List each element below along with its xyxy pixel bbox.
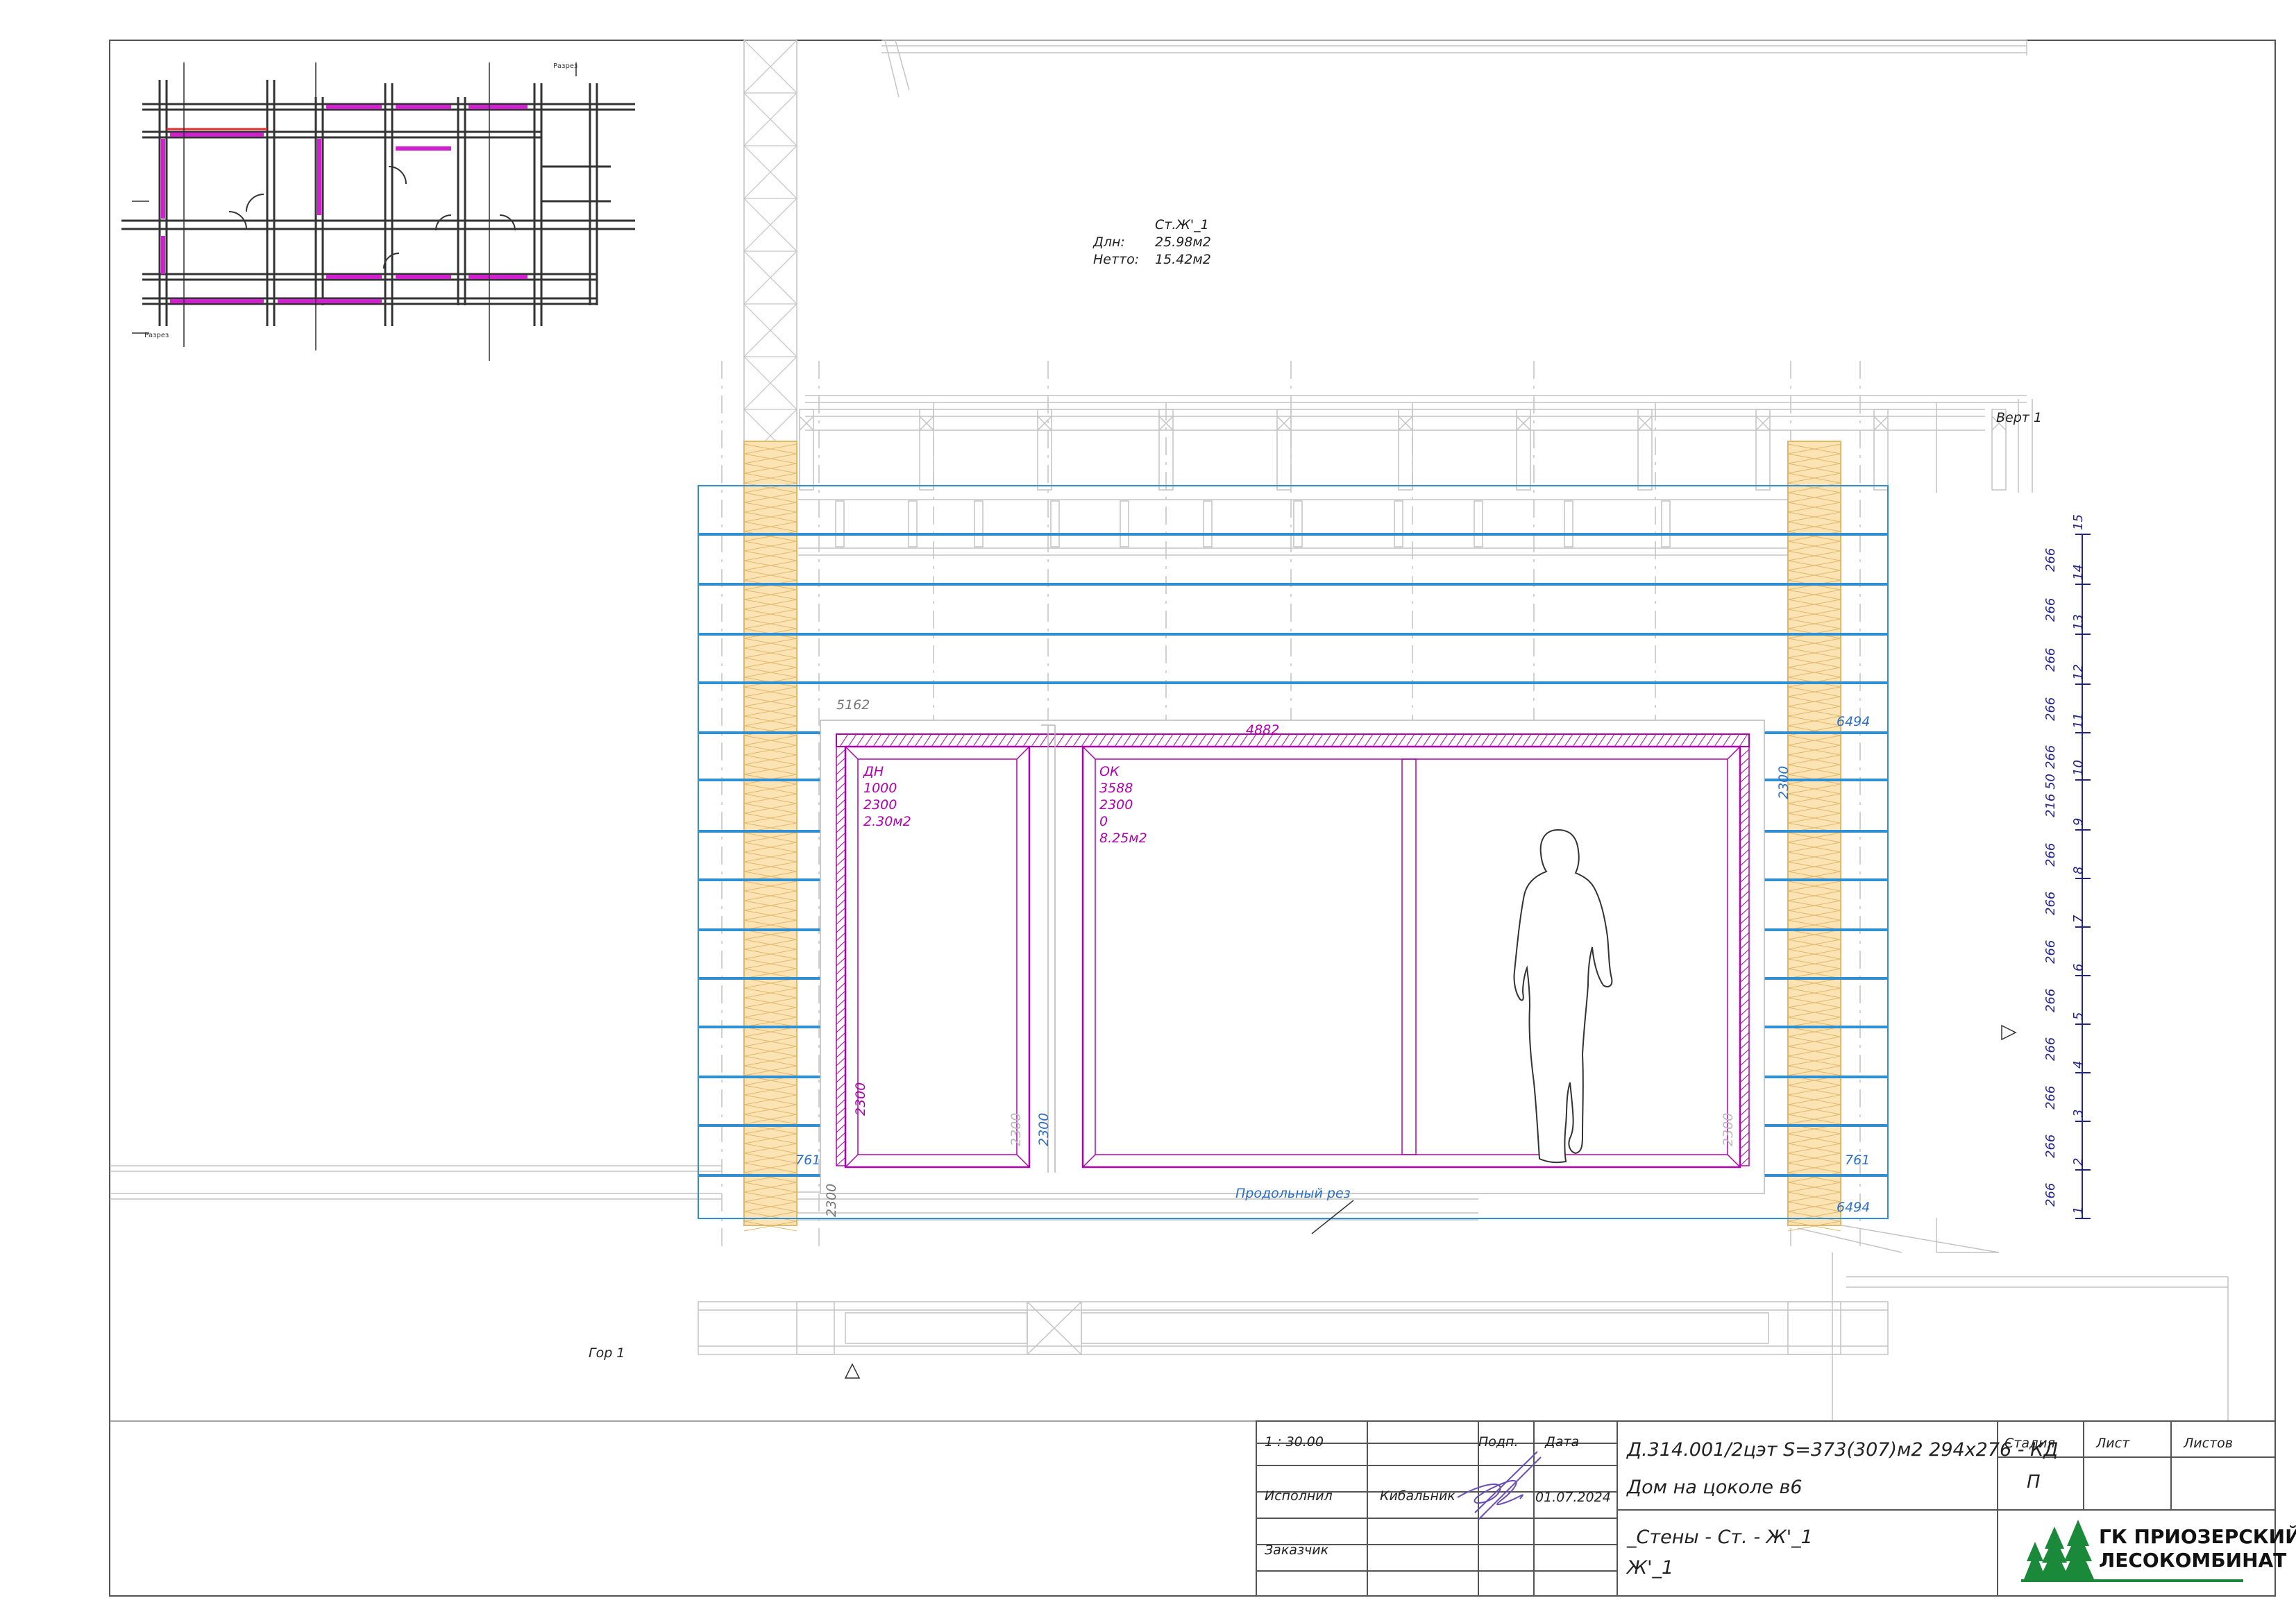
tb-date-value: 01.07.2024 (1535, 1490, 1611, 1505)
tb-date-label: Дата (1544, 1434, 1579, 1450)
wall-net-value: 15.42м2 (1155, 252, 1211, 267)
course-number: 10 (2071, 760, 2086, 776)
course-height: 266 (2043, 1183, 2058, 1207)
tb-project-name: Дом на цоколе в6 (1626, 1477, 1803, 1498)
company-line2: ЛЕСОКОМБИНАТ (2099, 1549, 2286, 1572)
course-height: 266 (2043, 1037, 2058, 1061)
dim-right-bottom: 6494 (1837, 1200, 1870, 1215)
tb-project-code: Д.314.001/2цэт S=373(307)м2 294x276 - КД (1626, 1439, 2058, 1461)
course-number: 5 (2071, 1012, 2086, 1020)
dim-door-height: 2300 (853, 1082, 868, 1116)
course-number: 11 (2071, 713, 2086, 729)
course-height: 266 (2043, 1086, 2058, 1110)
tb-sign-label: Подп. (1478, 1434, 1519, 1450)
section-marker-horizontal (844, 1363, 861, 1379)
section-marker-vertical (2001, 1024, 2017, 1041)
course-height: 266 (2043, 697, 2058, 721)
section-vertical-label: Верт 1 (1996, 410, 2042, 425)
tb-sheet-title-2: Ж'_1 (1626, 1557, 1673, 1579)
window-width: 3588 (1099, 781, 1133, 796)
course-number: 9 (2071, 818, 2086, 826)
dim-opening-total: 4882 (1246, 722, 1279, 738)
wall-net-label: Нетто: (1093, 252, 1139, 267)
tb-performer-name: Кибальник (1380, 1488, 1455, 1504)
window-type: ОК (1099, 764, 1120, 779)
course-number: 6 (2071, 964, 2086, 971)
dim-bottom-left-height: 2300 (824, 1184, 839, 1217)
wall-gross-label: Длн: (1092, 235, 1125, 250)
course-height: 216 50 (2043, 774, 2058, 817)
course-height: 266 (2043, 989, 2058, 1012)
tb-sheet-label: Лист (2095, 1436, 2130, 1451)
course-number: 4 (2071, 1061, 2086, 1069)
dim-right-761: 761 (1845, 1153, 1870, 1168)
company-line1: ГК ПРИОЗЕРСКИЙ (2099, 1524, 2296, 1548)
course-height: 266 (2043, 648, 2058, 672)
signature (1457, 1451, 1542, 1520)
company-logo: ГК ПРИОЗЕРСКИЙ ЛЕСОКОМБИНАТ (2021, 1520, 2296, 1582)
course-number: 7 (2071, 915, 2086, 923)
dim-left-761: 761 (795, 1153, 820, 1168)
dim-window-height-grey: 2300 (1721, 1113, 1736, 1146)
window-area: 8.25м2 (1099, 831, 1147, 846)
course-number: 14 (2071, 564, 2086, 580)
course-height: 266 (2043, 892, 2058, 915)
course-height: 266 (2043, 548, 2058, 572)
course-number: 3 (2071, 1110, 2086, 1117)
dim-right-top: 6494 (1837, 714, 1870, 729)
tb-stage-value: П (2027, 1472, 2041, 1493)
door-type: ДН (863, 764, 884, 779)
dim-left-offset: 5162 (836, 697, 870, 713)
dim-door-height-grey: 2300 (1008, 1113, 1024, 1146)
dim-height-right: 2300 (1776, 766, 1791, 799)
course-height: 266 (2043, 598, 2058, 622)
cut-leader (1311, 1200, 1354, 1234)
course-height: 266 (2043, 940, 2058, 964)
course-number: 12 (2071, 664, 2086, 680)
tb-stage-label: Стадия (2004, 1436, 2055, 1451)
wall-gross-value: 25.98м2 (1155, 235, 1211, 250)
key-plan-highlights (161, 105, 527, 303)
truss-column (743, 40, 797, 463)
key-plan-section-label: Разрез (144, 332, 169, 339)
opening-frame (820, 720, 1765, 1194)
drawing-sheet: Разрез Разрез 4882 5162 6494 6494 761 76… (109, 40, 2296, 1597)
course-number: 8 (2071, 867, 2086, 874)
course-scale: 1234567891011121314152662662662662662662… (2043, 514, 2091, 1219)
course-height: 266 (2043, 745, 2058, 769)
door-area: 2.30м2 (863, 814, 911, 829)
window-height: 2300 (1099, 797, 1133, 813)
course-number: 15 (2071, 514, 2086, 530)
tb-sheet-title-1: _Стены - Ст. - Ж'_1 (1626, 1527, 1813, 1548)
tb-performer-label: Исполнил (1265, 1488, 1333, 1504)
door-height: 2300 (863, 797, 897, 813)
section-horizontal-label: Гор 1 (589, 1345, 625, 1361)
course-number: 1 (2071, 1207, 2086, 1214)
wall-info: Ст.Ж'_1 Длн: 25.98м2 Нетто: 15.42м2 (1092, 217, 1211, 267)
course-number: 2 (2071, 1158, 2086, 1166)
tb-scale: 1 : 30.00 (1265, 1434, 1324, 1450)
course-number: 13 (2071, 614, 2086, 630)
key-plan-section-label: Разрез (553, 62, 577, 70)
course-height: 266 (2043, 843, 2058, 867)
door-width: 1000 (863, 781, 897, 796)
course-height: 266 (2043, 1135, 2058, 1158)
tb-customer-label: Заказчик (1265, 1543, 1329, 1558)
key-plan (121, 80, 635, 326)
tb-sheets-label: Листов (2183, 1436, 2233, 1451)
window-sill: 0 (1099, 814, 1108, 829)
wall-name: Ст.Ж'_1 (1155, 217, 1209, 232)
section-longitudinal-cut-label: Продольный рез (1235, 1186, 1351, 1201)
horizontal-section-plan (698, 1301, 1889, 1355)
dim-height-center: 2300 (1036, 1113, 1052, 1146)
